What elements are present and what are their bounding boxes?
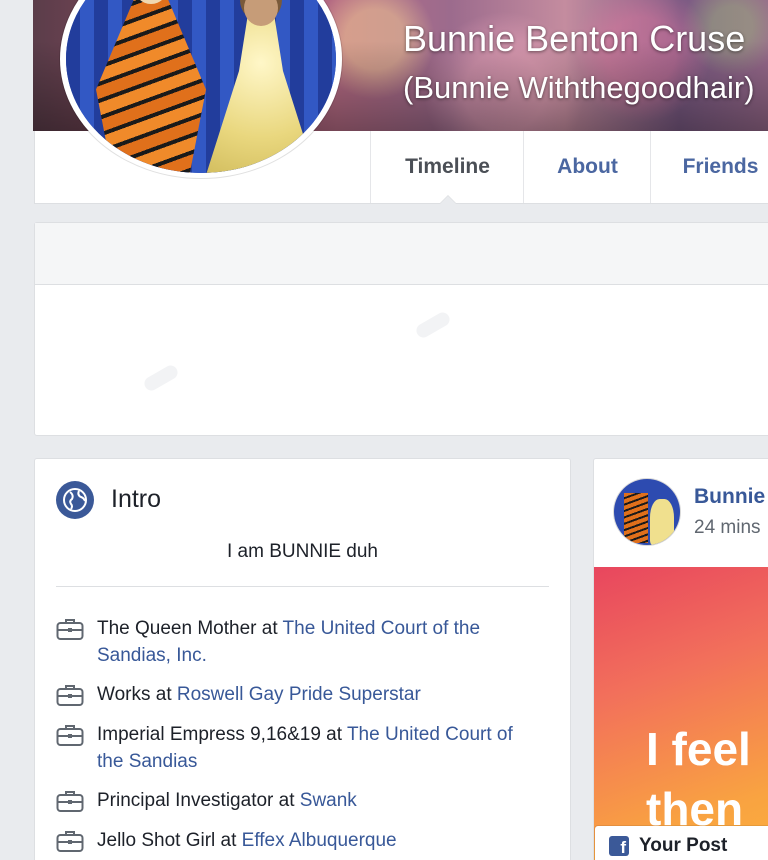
- tab-label: Timeline: [405, 155, 490, 178]
- intro-title: Intro: [111, 485, 162, 513]
- work-item: Jello Shot Girl at Effex Albuquerque: [56, 827, 536, 854]
- active-tab-caret: [438, 195, 457, 204]
- photo-figure-butterfly: [624, 493, 648, 543]
- work-org-link[interactable]: Effex Albuquerque: [242, 830, 397, 851]
- photo-figure-gown: [650, 499, 674, 545]
- tab-friends[interactable]: Friends: [650, 131, 768, 203]
- briefcase-icon: [56, 791, 84, 812]
- profile-name[interactable]: Bunnie Benton Cruse: [403, 18, 745, 60]
- briefcase-icon: [56, 685, 84, 706]
- work-role: Principal Investigator at: [97, 790, 300, 811]
- work-item: Works at Roswell Gay Pride Superstar: [56, 681, 536, 708]
- divider: [56, 586, 549, 587]
- work-role: Jello Shot Girl at: [97, 830, 242, 851]
- post-author-avatar[interactable]: [614, 479, 680, 545]
- work-role: Imperial Empress 9,16&19 at: [97, 724, 347, 745]
- work-role: Works at: [97, 684, 177, 705]
- intro-bio: I am BUNNIE duh: [227, 541, 378, 562]
- profile-picture[interactable]: [66, 0, 336, 173]
- work-item: The Queen Mother at The United Court of …: [56, 615, 536, 669]
- your-post-badge[interactable]: f Your Post: [595, 826, 768, 860]
- briefcase-icon: [56, 725, 84, 746]
- loading-placeholder: [413, 309, 453, 341]
- intro-card: Intro I am BUNNIE duh The Queen Mother a…: [34, 458, 571, 860]
- work-item: Imperial Empress 9,16&19 at The United C…: [56, 721, 536, 775]
- work-org-link[interactable]: Roswell Gay Pride Superstar: [177, 684, 421, 705]
- featured-card: [34, 222, 768, 436]
- tab-timeline[interactable]: Timeline: [370, 131, 524, 204]
- tab-about[interactable]: About: [523, 131, 651, 203]
- featured-card-header: [35, 223, 768, 285]
- tab-label: Friends: [682, 155, 759, 178]
- post-image-text: I feel then: [646, 719, 768, 839]
- facebook-icon: f: [609, 836, 629, 856]
- your-post-label: Your Post: [639, 835, 728, 856]
- post-image-text-line: I feel: [646, 723, 751, 775]
- briefcase-icon: [56, 831, 84, 852]
- post-card: Bunnie 24 mins I feel then f Your Post: [593, 458, 768, 860]
- tab-label: About: [557, 155, 618, 178]
- profile-alternate-name: (Bunnie Withthegoodhair): [403, 70, 755, 105]
- briefcase-icon: [56, 619, 84, 640]
- globe-icon: [56, 481, 94, 519]
- loading-placeholder: [141, 362, 181, 394]
- work-org-link[interactable]: Swank: [300, 790, 357, 811]
- post-timestamp[interactable]: 24 mins: [694, 517, 761, 539]
- work-role: The Queen Mother at: [97, 618, 283, 639]
- work-item: Principal Investigator at Swank: [56, 787, 536, 814]
- post-author-link[interactable]: Bunnie: [694, 485, 765, 509]
